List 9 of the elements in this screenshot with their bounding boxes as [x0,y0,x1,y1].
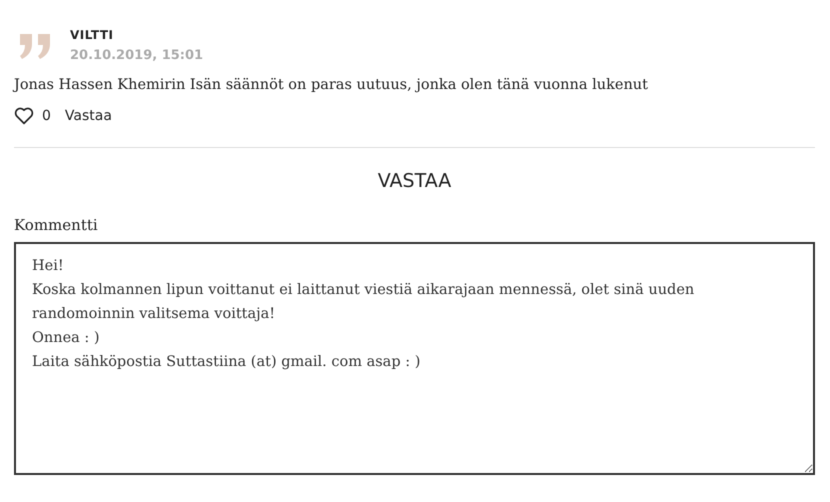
comment-text: Jonas Hassen Khemirin Isän säännöt on paras uutuus, jonka olen tänä vuonna lukenut [14,77,649,93]
field-label: Kommentti [14,216,99,234]
comment-date: 20.10.2019, 15:01 [70,48,204,63]
author-name: VILTTI [70,28,115,42]
like-count: 0 [42,108,51,124]
heart-icon[interactable] [14,107,34,125]
form-heading: VASTAA [376,170,452,192]
reply-link[interactable]: Vastaa [64,108,112,124]
comment-field[interactable]: Hei! Koska kolmannen lipun voittanut ei laittanut viestiä aikarajaan mennessä, olet sinä uuden randomoinnin valitsema voittaja! Onnea : ) Laita sähköpostia Suttastiina (at) gmail. com asap : ) [14,242,815,475]
